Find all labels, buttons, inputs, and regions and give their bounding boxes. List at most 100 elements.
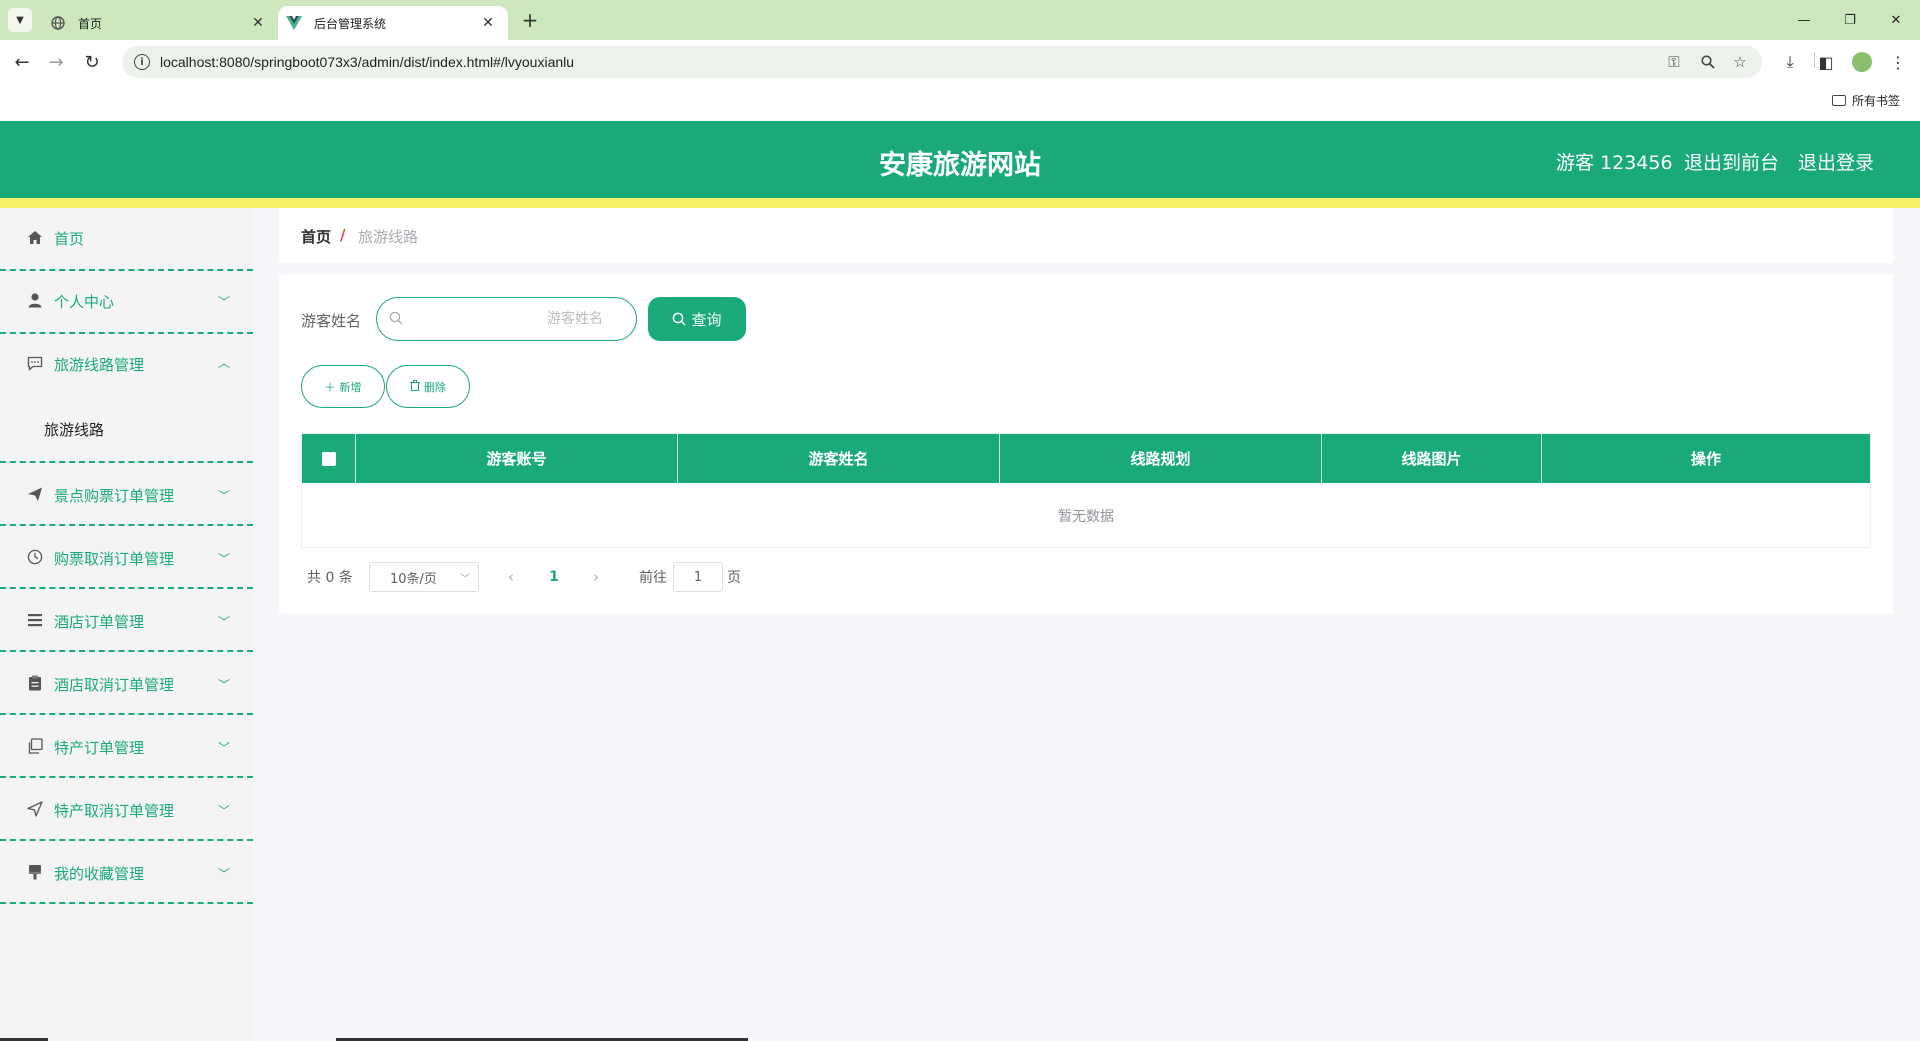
query-button[interactable]: 查询 [648, 297, 746, 341]
list-icon [26, 611, 44, 629]
sidebar-item-label: 个人中心 [54, 293, 115, 311]
sidebar-item-label: 旅游线路管理 [54, 356, 145, 374]
sidebar-item-ticket-orders[interactable]: 景点购票订单管理 ﹀ [0, 463, 253, 526]
browser-tab-home[interactable]: 首页 ✕ [42, 6, 278, 40]
chevron-down-icon: ﹀ [218, 867, 231, 881]
minimize-icon[interactable]: — [1786, 6, 1822, 34]
search-field[interactable] [376, 297, 637, 341]
side-panel-icon[interactable]: ◧ [1812, 48, 1840, 76]
chevron-down-icon: ﹀ [460, 574, 470, 585]
goto-page-input[interactable]: 1 [673, 562, 723, 592]
next-page-icon[interactable]: › [586, 562, 606, 592]
breadcrumb-current: 旅游线路 [358, 228, 419, 246]
sidebar-item-label: 酒店取消订单管理 [54, 676, 175, 694]
table-header: 游客账号 游客姓名 线路规划 线路图片 操作 [302, 434, 1870, 483]
sidebar-item-home[interactable]: 首页 [0, 208, 253, 271]
select-all-cell [302, 434, 356, 483]
globe-icon [50, 15, 66, 31]
forward-arrow-icon[interactable]: → [42, 48, 70, 76]
sidebar-item-label: 特产订单管理 [54, 739, 145, 757]
page-number-current[interactable]: 1 [544, 562, 564, 592]
url-text: localhost:8080/springboot073x3/admin/dis… [160, 54, 575, 70]
column-header[interactable]: 游客姓名 [678, 434, 1000, 483]
page-size-value: 10条/页 [390, 571, 437, 587]
sidebar-item-label: 首页 [54, 230, 85, 248]
pagination-total: 共 0 条 [307, 570, 353, 586]
all-bookmarks-button[interactable]: 所有书签 [1832, 90, 1900, 110]
sidebar-item-hotel-cancel-orders[interactable]: 酒店取消订单管理 ﹀ [0, 652, 253, 715]
clock-icon [26, 548, 44, 566]
home-icon [26, 228, 44, 246]
header-stripe [0, 198, 1920, 208]
tab-title: 后台管理系统 [314, 16, 387, 31]
zoom-icon[interactable] [1698, 52, 1718, 72]
vue-logo-icon [286, 15, 302, 31]
bookmark-star-icon[interactable]: ☆ [1730, 52, 1750, 72]
delete-button-label: 删除 [424, 380, 446, 394]
sidebar-item-specialty-orders[interactable]: 特产订单管理 ﹀ [0, 715, 253, 778]
folder-icon [1832, 94, 1846, 106]
sidebar-subitem-routes[interactable]: 旅游线路 [0, 397, 253, 463]
browser-tab-admin[interactable]: 后台管理系统 ✕ [278, 6, 508, 40]
goto-prefix: 前往 [639, 570, 667, 586]
reload-icon[interactable]: ↻ [78, 48, 106, 76]
user-label: 游客 123456 [1556, 152, 1673, 174]
search-input[interactable] [413, 306, 603, 332]
new-tab-button[interactable]: + [518, 8, 542, 32]
brush-icon [26, 863, 44, 881]
delete-button[interactable]: 删除 [386, 365, 470, 408]
all-bookmarks-label: 所有书签 [1852, 93, 1901, 108]
column-header[interactable]: 线路规划 [1000, 434, 1322, 483]
sidebar-item-label: 景点购票订单管理 [54, 487, 175, 505]
chevron-down-icon: ﹀ [218, 615, 231, 629]
paper-plane-icon [26, 800, 44, 818]
query-button-label: 查询 [691, 310, 722, 329]
search-icon [389, 311, 403, 325]
search-label: 游客姓名 [301, 312, 362, 330]
back-to-front-link[interactable]: 退出到前台 [1684, 148, 1779, 175]
column-header[interactable]: 线路图片 [1322, 434, 1542, 483]
browser-toolbar: ← → ↻ i localhost:8080/springboot073x3/a… [0, 40, 1920, 124]
add-button[interactable]: ＋ 新增 [301, 365, 385, 408]
sidebar-item-ticket-cancel-orders[interactable]: 购票取消订单管理 ﹀ [0, 526, 253, 589]
page-size-select[interactable]: 10条/页 ﹀ [369, 562, 479, 592]
sidebar-item-route-management[interactable]: 旅游线路管理 ︿ [0, 334, 253, 397]
chevron-down-icon: ﹀ [218, 741, 231, 755]
more-menu-icon[interactable]: ⋮ [1884, 48, 1912, 76]
goto-suffix: 页 [727, 570, 741, 586]
logout-link[interactable]: 退出登录 [1798, 148, 1874, 175]
back-arrow-icon[interactable]: ← [8, 48, 36, 76]
chat-icon [26, 354, 44, 372]
chevron-down-icon: ﹀ [218, 295, 231, 309]
restore-icon[interactable]: ❐ [1832, 6, 1868, 34]
sidebar-item-favorites[interactable]: 我的收藏管理 ﹀ [0, 841, 253, 904]
download-icon[interactable]: ⤓ [1776, 48, 1804, 76]
sidebar-subitem-label: 旅游线路 [44, 421, 105, 439]
select-all-checkbox[interactable] [321, 451, 336, 466]
table-empty-text: 暂无数据 [1058, 508, 1114, 525]
chevron-up-icon: ︿ [218, 356, 231, 370]
close-icon[interactable]: ✕ [248, 13, 268, 33]
tab-search-button[interactable]: ▼ [8, 8, 32, 32]
data-table: 游客账号 游客姓名 线路规划 线路图片 操作 暂无数据 [301, 433, 1871, 548]
chevron-down-icon: ▼ [16, 14, 24, 26]
column-header: 操作 [1690, 450, 1721, 468]
site-info-icon[interactable]: i [134, 54, 150, 70]
breadcrumb-home[interactable]: 首页 [301, 226, 331, 247]
prev-page-icon[interactable]: ‹ [501, 562, 521, 592]
plus-icon: ＋ [324, 380, 336, 394]
avatar-icon [1852, 52, 1872, 72]
column-header[interactable]: 游客账号 [356, 434, 678, 483]
chevron-down-icon: ﹀ [218, 489, 231, 503]
sidebar-item-hotel-orders[interactable]: 酒店订单管理 ﹀ [0, 589, 253, 652]
sidebar-item-specialty-cancel-orders[interactable]: 特产取消订单管理 ﹀ [0, 778, 253, 841]
chevron-down-icon: ﹀ [218, 804, 231, 818]
sidebar: 首页 个人中心 ﹀ 旅游线路管理 ︿ 旅游线路 景点购票订单管理 ﹀ 购票取消订… [0, 208, 253, 1041]
profile-avatar[interactable] [1848, 48, 1876, 76]
close-icon[interactable]: ✕ [1878, 6, 1914, 34]
close-icon[interactable]: ✕ [478, 13, 498, 33]
password-key-icon[interactable]: ⚿ [1664, 52, 1684, 72]
sidebar-item-personal-center[interactable]: 个人中心 ﹀ [0, 271, 253, 334]
address-bar[interactable]: i localhost:8080/springboot073x3/admin/d… [122, 46, 1762, 78]
tab-title: 首页 [78, 16, 103, 31]
